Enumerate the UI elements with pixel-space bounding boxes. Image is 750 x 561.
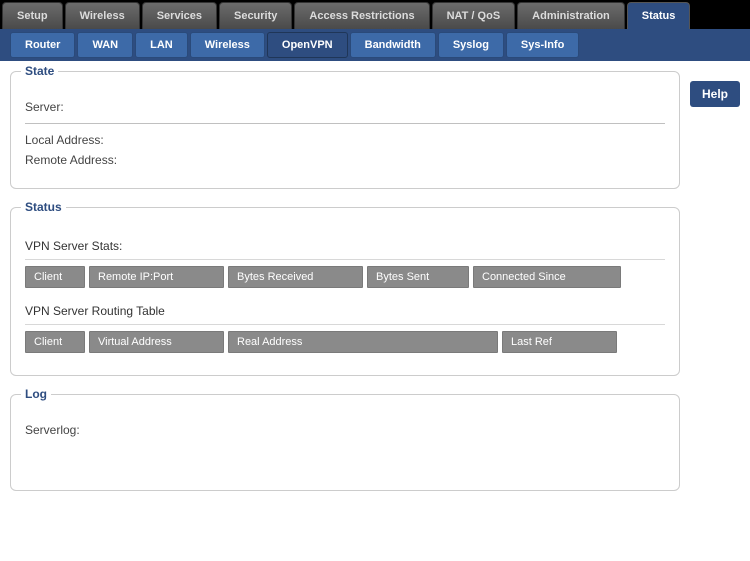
- local-address-row: Local Address:: [25, 130, 665, 150]
- stats-col-client: Client: [25, 266, 85, 288]
- routing-col-virtual-address: Virtual Address: [89, 331, 224, 353]
- subtab-syslog[interactable]: Syslog: [438, 32, 504, 58]
- routing-divider: [25, 324, 665, 325]
- subtab-router[interactable]: Router: [10, 32, 75, 58]
- state-panel: State Server: Local Address: Remote Addr…: [10, 71, 680, 189]
- subtab-sys-info[interactable]: Sys-Info: [506, 32, 579, 58]
- tab-status[interactable]: Status: [627, 2, 691, 29]
- stats-col-bytes-sent: Bytes Sent: [367, 266, 469, 288]
- serverlog-label: Serverlog:: [25, 423, 80, 437]
- routing-col-real-address: Real Address: [228, 331, 498, 353]
- tab-security[interactable]: Security: [219, 2, 292, 29]
- log-legend: Log: [21, 387, 51, 401]
- routing-table-label: VPN Server Routing Table: [25, 304, 665, 318]
- subtab-openvpn[interactable]: OpenVPN: [267, 32, 348, 58]
- subtab-lan[interactable]: LAN: [135, 32, 188, 58]
- status-legend: Status: [21, 200, 66, 214]
- remote-address-label: Remote Address:: [25, 153, 117, 167]
- routing-col-client: Client: [25, 331, 85, 353]
- main-nav-tabs: SetupWirelessServicesSecurityAccess Rest…: [0, 0, 750, 29]
- tab-wireless[interactable]: Wireless: [65, 2, 140, 29]
- subtab-bandwidth[interactable]: Bandwidth: [350, 32, 436, 58]
- server-row: Server:: [25, 97, 665, 117]
- state-legend: State: [21, 64, 58, 78]
- subtab-wan[interactable]: WAN: [77, 32, 133, 58]
- stats-col-bytes-received: Bytes Received: [228, 266, 363, 288]
- stats-divider: [25, 259, 665, 260]
- vpn-stats-label: VPN Server Stats:: [25, 239, 665, 253]
- help-button[interactable]: Help: [690, 81, 740, 107]
- sidebar: Help: [690, 71, 740, 509]
- tab-administration[interactable]: Administration: [517, 2, 625, 29]
- state-divider: [25, 123, 665, 124]
- tab-setup[interactable]: Setup: [2, 2, 63, 29]
- stats-col-connected-since: Connected Since: [473, 266, 621, 288]
- sub-nav-tabs: RouterWANLANWirelessOpenVPNBandwidthSysl…: [0, 29, 750, 61]
- tab-services[interactable]: Services: [142, 2, 217, 29]
- log-panel: Log Serverlog:: [10, 394, 680, 491]
- content-area: State Server: Local Address: Remote Addr…: [10, 71, 680, 509]
- stats-table-header: ClientRemote IP:PortBytes ReceivedBytes …: [25, 266, 665, 288]
- stats-col-remote-ip-port: Remote IP:Port: [89, 266, 224, 288]
- tab-access-restrictions[interactable]: Access Restrictions: [294, 2, 429, 29]
- routing-col-last-ref: Last Ref: [502, 331, 617, 353]
- server-label: Server:: [25, 100, 64, 114]
- remote-address-row: Remote Address:: [25, 150, 665, 170]
- serverlog-row: Serverlog:: [25, 420, 665, 440]
- tab-nat-qos[interactable]: NAT / QoS: [432, 2, 516, 29]
- local-address-label: Local Address:: [25, 133, 104, 147]
- routing-table-header: ClientVirtual AddressReal AddressLast Re…: [25, 331, 665, 353]
- subtab-wireless[interactable]: Wireless: [190, 32, 265, 58]
- status-panel: Status VPN Server Stats: ClientRemote IP…: [10, 207, 680, 376]
